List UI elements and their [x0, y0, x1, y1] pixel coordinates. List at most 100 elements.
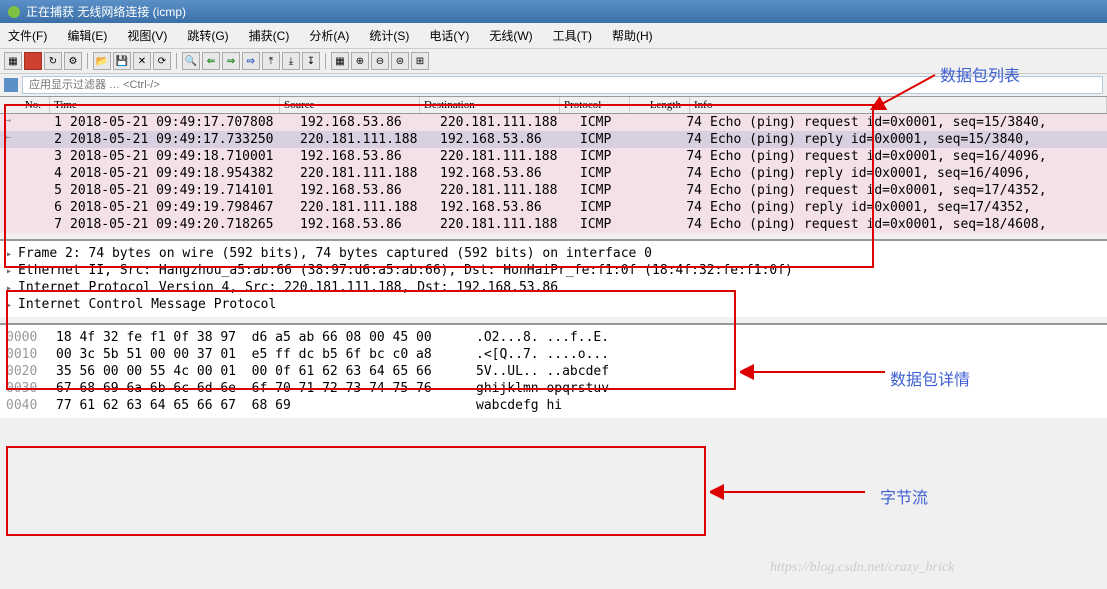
menu-item[interactable]: 统计(S) — [365, 25, 413, 46]
stop-capture-button[interactable] — [24, 52, 42, 70]
packet-list-pane: No. Time Source Destination Protocol Len… — [0, 97, 1107, 233]
resize-columns-button[interactable]: ⊞ — [411, 52, 429, 70]
go-first-button[interactable]: ⤒ — [262, 52, 280, 70]
menu-item[interactable]: 电话(Y) — [425, 25, 473, 46]
annotation-bytes-label: 字节流 — [880, 484, 928, 508]
cell-length: 74 — [646, 166, 706, 181]
cell-time: 2018-05-21 09:49:18.710001 — [66, 149, 296, 164]
interfaces-icon[interactable]: ▦ — [4, 52, 22, 70]
col-info[interactable]: Info — [690, 97, 1107, 113]
cell-info: Echo (ping) request id=0x0001, seq=15/38… — [706, 115, 1107, 130]
menu-item[interactable]: 编辑(E) — [63, 25, 111, 46]
cell-length: 74 — [646, 149, 706, 164]
packet-row[interactable]: →12018-05-21 09:49:17.707808192.168.53.8… — [0, 114, 1107, 131]
detail-tree-item[interactable]: Ethernet II, Src: Hangzhou_a5:ab:66 (38:… — [6, 262, 1101, 279]
jump-button[interactable]: ⇨ — [242, 52, 260, 70]
cell-source: 192.168.53.86 — [296, 183, 436, 198]
related-arrow-icon — [0, 183, 16, 198]
packet-row[interactable]: ←22018-05-21 09:49:17.733250220.181.111.… — [0, 131, 1107, 148]
menu-item[interactable]: 分析(A) — [305, 25, 353, 46]
menu-item[interactable]: 捕获(C) — [245, 25, 294, 46]
window-titlebar: 正在捕获 无线网络连接 (icmp) — [0, 0, 1107, 23]
go-back-button[interactable]: ⇐ — [202, 52, 220, 70]
packet-row[interactable]: 52018-05-21 09:49:19.714101192.168.53.86… — [0, 182, 1107, 199]
cell-time: 2018-05-21 09:49:19.798467 — [66, 200, 296, 215]
cell-no: 4 — [16, 166, 66, 181]
go-forward-button[interactable]: ⇒ — [222, 52, 240, 70]
open-file-button[interactable]: 📂 — [93, 52, 111, 70]
hex-row[interactable]: 000018 4f 32 fe f1 0f 38 97 d6 a5 ab 66 … — [6, 329, 1101, 346]
packet-row[interactable]: 42018-05-21 09:49:18.954382220.181.111.1… — [0, 165, 1107, 182]
hex-offset: 0030 — [6, 381, 56, 396]
cell-destination: 220.181.111.188 — [436, 217, 576, 232]
col-no[interactable]: No. — [0, 97, 50, 113]
zoom-out-button[interactable]: ⊖ — [371, 52, 389, 70]
menu-item[interactable]: 工具(T) — [549, 25, 596, 46]
menu-item[interactable]: 视图(V) — [123, 25, 171, 46]
hex-offset: 0040 — [6, 398, 56, 413]
cell-no: 3 — [16, 149, 66, 164]
packet-row[interactable]: 32018-05-21 09:49:18.710001192.168.53.86… — [0, 148, 1107, 165]
cell-destination: 220.181.111.188 — [436, 115, 576, 130]
col-source[interactable]: Source — [280, 97, 420, 113]
menu-item[interactable]: 帮助(H) — [608, 25, 657, 46]
related-arrow-icon — [0, 200, 16, 215]
go-last-button[interactable]: ⤓ — [282, 52, 300, 70]
cell-length: 74 — [646, 200, 706, 215]
cell-protocol: ICMP — [576, 132, 646, 147]
menubar: 文件(F) 编辑(E) 视图(V) 跳转(G) 捕获(C) 分析(A) 统计(S) 电话(Y)… — [0, 23, 1107, 49]
arrow-bytes — [710, 480, 870, 500]
reload-button[interactable]: ⟳ — [153, 52, 171, 70]
cell-length: 74 — [646, 217, 706, 232]
col-protocol[interactable]: Protocol — [560, 97, 630, 113]
window-title: 正在捕获 无线网络连接 (icmp) — [26, 3, 186, 20]
save-file-button[interactable]: 💾 — [113, 52, 131, 70]
packet-details-pane: Frame 2: 74 bytes on wire (592 bits), 74… — [0, 239, 1107, 317]
restart-capture-button[interactable]: ↻ — [44, 52, 62, 70]
find-button[interactable]: 🔍 — [182, 52, 200, 70]
cell-info: Echo (ping) request id=0x0001, seq=18/46… — [706, 217, 1107, 232]
zoom-reset-button[interactable]: ⊜ — [391, 52, 409, 70]
zoom-in-button[interactable]: ⊕ — [351, 52, 369, 70]
cell-protocol: ICMP — [576, 149, 646, 164]
hex-row[interactable]: 004077 61 62 63 64 65 66 67 68 69wabcdef… — [6, 397, 1101, 414]
cell-info: Echo (ping) reply id=0x0001, seq=17/4352… — [706, 200, 1107, 215]
col-time[interactable]: Time — [50, 97, 280, 113]
cell-time: 2018-05-21 09:49:20.718265 — [66, 217, 296, 232]
related-arrow-icon: ← — [0, 132, 16, 147]
col-destination[interactable]: Destination — [420, 97, 560, 113]
close-file-button[interactable]: ✕ — [133, 52, 151, 70]
autoscroll-button[interactable]: ↧ — [302, 52, 320, 70]
annotation-detail-label: 数据包详情 — [890, 366, 970, 390]
packet-row[interactable]: 62018-05-21 09:49:19.798467220.181.111.1… — [0, 199, 1107, 216]
cell-destination: 220.181.111.188 — [436, 149, 576, 164]
capture-options-button[interactable]: ⚙ — [64, 52, 82, 70]
detail-tree-item[interactable]: Internet Protocol Version 4, Src: 220.18… — [6, 279, 1101, 296]
app-icon — [8, 6, 20, 18]
cell-no: 5 — [16, 183, 66, 198]
menu-item[interactable]: 无线(W) — [485, 25, 536, 46]
separator — [176, 53, 177, 69]
detail-tree-item[interactable]: Frame 2: 74 bytes on wire (592 bits), 74… — [6, 245, 1101, 262]
col-length[interactable]: Length — [630, 97, 690, 113]
separator — [325, 53, 326, 69]
cell-protocol: ICMP — [576, 217, 646, 232]
bookmark-icon[interactable] — [4, 78, 18, 92]
cell-no: 6 — [16, 200, 66, 215]
cell-no: 1 — [16, 115, 66, 130]
menu-item[interactable]: 跳转(G) — [183, 25, 232, 46]
packet-row[interactable]: 72018-05-21 09:49:20.718265192.168.53.86… — [0, 216, 1107, 233]
menu-item[interactable]: 文件(F) — [4, 25, 51, 46]
colorize-button[interactable]: ▦ — [331, 52, 349, 70]
cell-time: 2018-05-21 09:49:18.954382 — [66, 166, 296, 181]
detail-tree-item[interactable]: Internet Control Message Protocol — [6, 296, 1101, 313]
cell-time: 2018-05-21 09:49:19.714101 — [66, 183, 296, 198]
hex-row[interactable]: 001000 3c 5b 51 00 00 37 01 e5 ff dc b5 … — [6, 346, 1101, 363]
cell-info: Echo (ping) request id=0x0001, seq=17/43… — [706, 183, 1107, 198]
cell-length: 74 — [646, 132, 706, 147]
packet-list-header: No. Time Source Destination Protocol Len… — [0, 97, 1107, 114]
cell-source: 220.181.111.188 — [296, 132, 436, 147]
cell-length: 74 — [646, 183, 706, 198]
cell-source: 192.168.53.86 — [296, 217, 436, 232]
cell-source: 220.181.111.188 — [296, 200, 436, 215]
